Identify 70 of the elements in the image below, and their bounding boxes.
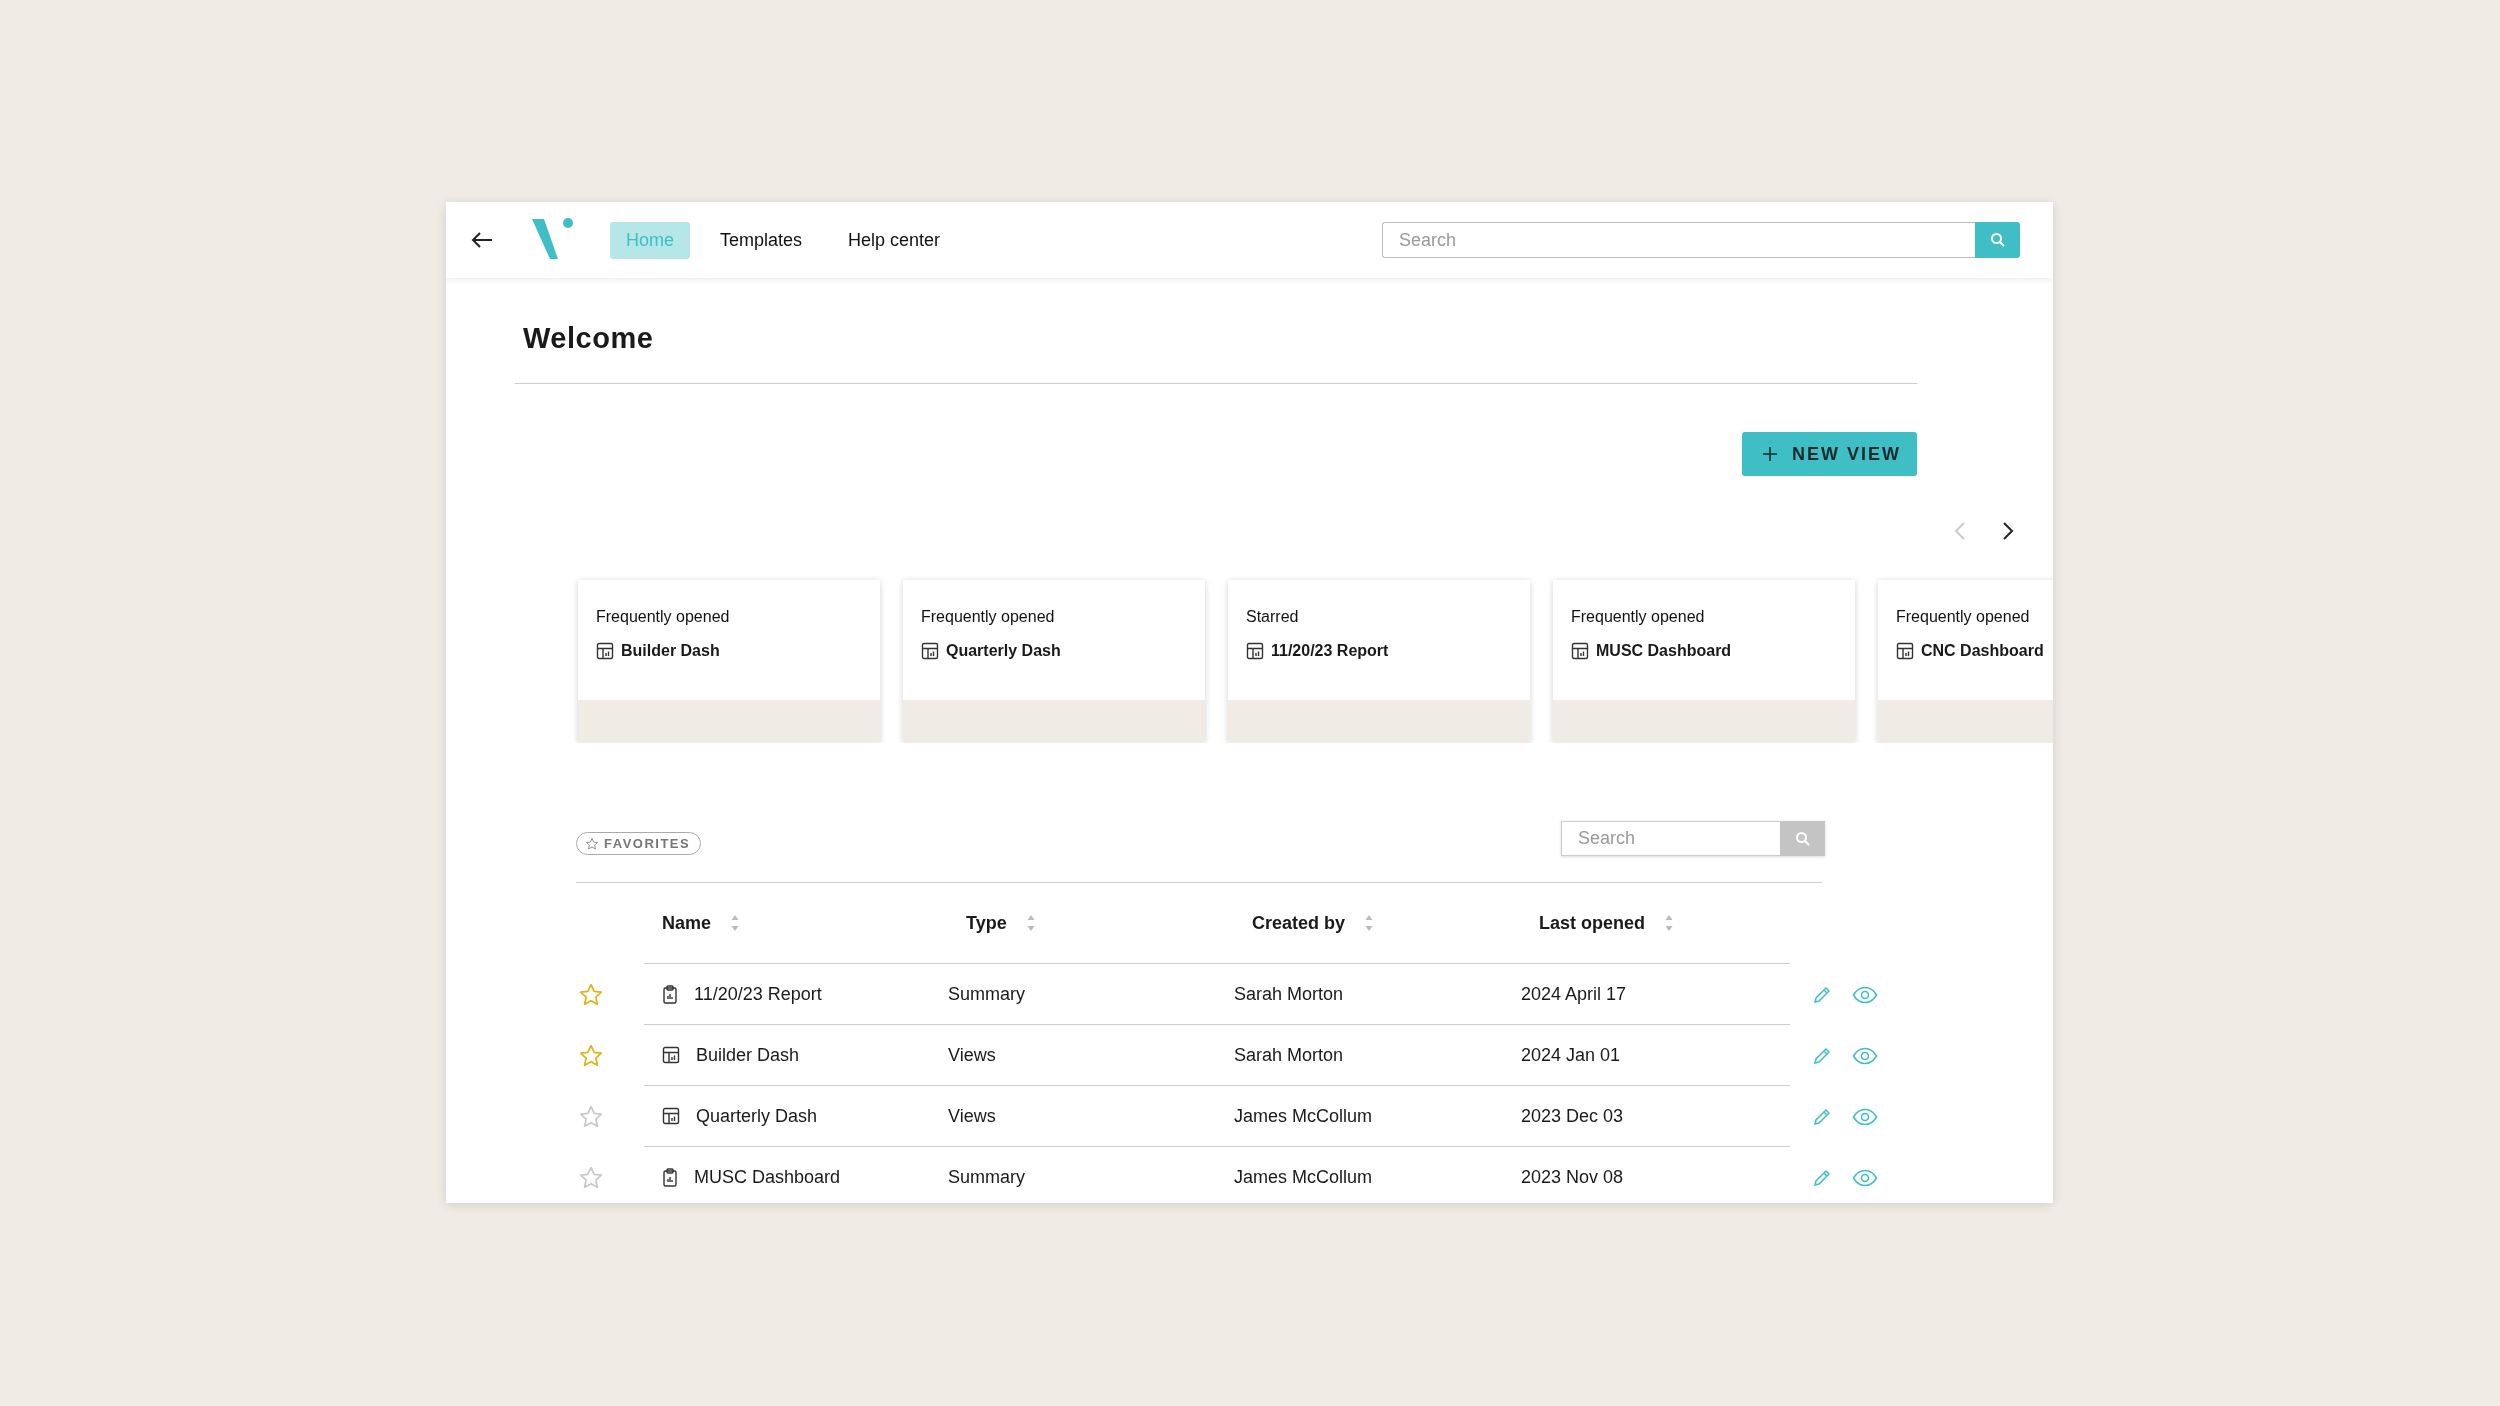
card-title: MUSC Dashboard — [1596, 642, 1732, 660]
card-title: 11/20/23 Report — [1271, 642, 1389, 660]
column-header: Name — [662, 912, 712, 934]
eye-icon[interactable] — [1852, 1046, 1878, 1065]
card-title: CNC Dashboard — [1921, 642, 2044, 660]
card-caption: Frequently opened — [1896, 608, 2031, 626]
eye-icon[interactable] — [1852, 1168, 1878, 1187]
edit-icon[interactable] — [1812, 1045, 1832, 1066]
eye-icon[interactable] — [1852, 1107, 1878, 1126]
table-chart-icon — [1896, 642, 1914, 660]
table-cell-text: 2024 Jan 01 — [1521, 1044, 1622, 1066]
star-icon — [585, 836, 599, 851]
new-view-button[interactable]: NEW VIEW — [1742, 432, 1917, 476]
table-cell: MUSC Dashboard — [694, 1166, 841, 1188]
favorite-star-button[interactable] — [578, 1103, 604, 1130]
table-cell-text: Summary — [948, 983, 1026, 1005]
edit-icon[interactable] — [1812, 1106, 1832, 1127]
edit-icon[interactable] — [1812, 984, 1832, 1005]
table-cell-text: Views — [948, 1044, 997, 1066]
table-cell-text: James McCollum — [1234, 1166, 1374, 1188]
table-cell-text: Summary — [948, 1166, 1026, 1188]
page-title: Welcome — [522, 321, 655, 356]
table-chart-icon — [662, 1107, 680, 1125]
nav-tab[interactable]: Help center — [832, 221, 957, 259]
card-title: Builder Dash — [621, 642, 720, 660]
table-chart-icon — [1571, 642, 1589, 660]
table-cell: 11/20/23 Report — [694, 983, 822, 1005]
sort-icon[interactable] — [1665, 913, 1673, 933]
favorite-star-button[interactable] — [578, 1042, 604, 1069]
table-chart-icon — [1246, 642, 1264, 660]
table-chart-icon — [596, 642, 614, 660]
table-cell-text: 2024 April 17 — [1521, 983, 1628, 1005]
card-caption: Starred — [1246, 608, 1300, 626]
sort-icon[interactable] — [1026, 913, 1035, 933]
plus-icon — [1762, 446, 1778, 462]
table-cell: Builder Dash — [696, 1044, 800, 1066]
clipboard-icon — [662, 984, 678, 1004]
table-chart-icon — [921, 642, 939, 660]
chevron-right-icon[interactable] — [2001, 521, 2015, 541]
search-button[interactable] — [1975, 222, 2020, 258]
card-title: Quarterly Dash — [946, 642, 1061, 660]
table-cell-text: 2023 Nov 08 — [1521, 1166, 1625, 1188]
card-caption: Frequently opened — [921, 608, 1056, 626]
clipboard-icon — [662, 1167, 678, 1187]
column-header: Created by — [1252, 912, 1346, 934]
favorites-filter[interactable]: FAVORITES — [576, 832, 702, 855]
search-icon — [1989, 232, 2006, 248]
column-header: Type — [966, 912, 1007, 934]
table-cell-text: Views — [948, 1105, 997, 1127]
back-arrow-icon[interactable] — [470, 231, 494, 249]
nav-tab[interactable]: Templates — [704, 221, 819, 259]
favorite-star-button[interactable] — [578, 1164, 604, 1191]
column-header: Last opened — [1539, 912, 1645, 934]
search-button[interactable] — [1780, 821, 1825, 856]
table-cell-text: 2023 Dec 03 — [1521, 1105, 1625, 1127]
card-caption: Frequently opened — [596, 608, 731, 626]
table-cell: Quarterly Dash — [696, 1105, 818, 1127]
table-cell-text: Sarah Morton — [1234, 1044, 1345, 1066]
search-field[interactable]: Search — [1561, 821, 1780, 856]
search-field[interactable]: Search — [1382, 222, 1975, 258]
favorite-star-button[interactable] — [578, 981, 604, 1008]
edit-icon[interactable] — [1812, 1167, 1832, 1188]
sort-icon[interactable] — [1365, 913, 1374, 933]
eye-icon[interactable] — [1852, 985, 1878, 1004]
search-icon — [1794, 830, 1811, 847]
table-chart-icon — [662, 1046, 680, 1064]
table-cell-text: Sarah Morton — [1234, 983, 1345, 1005]
card-caption: Frequently opened — [1571, 608, 1706, 626]
sort-icon[interactable] — [731, 913, 740, 933]
table-cell-text: James McCollum — [1234, 1105, 1374, 1127]
